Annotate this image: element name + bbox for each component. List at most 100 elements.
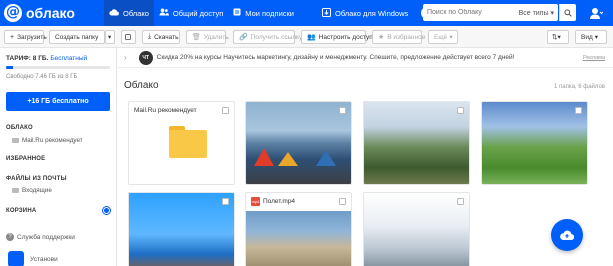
photo-tile[interactable] bbox=[481, 101, 588, 185]
photo-tile[interactable] bbox=[363, 101, 470, 185]
tent-shape bbox=[278, 152, 298, 166]
tile-checkbox[interactable] bbox=[339, 107, 346, 114]
download-label: Скачать bbox=[154, 33, 179, 41]
tile-name: Mail.Ru рекомендует bbox=[134, 107, 197, 114]
users-icon: 👥 bbox=[307, 34, 316, 41]
get-free-space-button[interactable]: +16 ГБ бесплатно bbox=[6, 92, 110, 111]
more-button[interactable]: Ещё ▾ bbox=[428, 30, 458, 44]
upload-button[interactable]: + Загрузить bbox=[4, 30, 47, 44]
tile-checkbox[interactable] bbox=[457, 107, 464, 114]
favorite-label: В избранное bbox=[387, 33, 426, 41]
logo[interactable]: @ облако bbox=[4, 4, 104, 22]
trash-indicator-dot bbox=[104, 208, 109, 213]
folder-icon bbox=[12, 138, 19, 143]
support-link[interactable]: ? Служба поддержки bbox=[6, 233, 75, 241]
users-icon bbox=[159, 8, 169, 18]
video-tile[interactable]: mp4 Полет.mp4 bbox=[245, 192, 352, 266]
view-button[interactable]: Вид ▾ bbox=[575, 30, 607, 44]
sidebar-item-label: Входящие bbox=[22, 187, 52, 194]
user-icon bbox=[590, 8, 603, 19]
download-button[interactable]: ⤓ Скачать bbox=[142, 30, 180, 44]
promo-banner[interactable]: › ЧТ Скидка 20% на курсы Научитесь марке… bbox=[118, 48, 613, 68]
quota-text: Свободно 7.46 ГБ из 8 ГБ bbox=[6, 74, 78, 80]
photo-tile[interactable] bbox=[128, 192, 235, 266]
nav-item-label: Облако для Windows bbox=[334, 8, 409, 18]
cloud-upload-icon bbox=[560, 230, 574, 241]
install-app-promo[interactable]: Установи bbox=[8, 251, 58, 266]
nav-item-shared[interactable]: Общий доступ bbox=[154, 0, 228, 26]
share-settings-button[interactable]: 👥 Настроить доступ bbox=[301, 30, 373, 44]
upload-label: Загрузить bbox=[17, 33, 47, 41]
section-mail-files[interactable]: ФАЙЛЫ ИЗ ПОЧТЫ bbox=[6, 176, 67, 182]
more-label: Ещё bbox=[434, 33, 448, 41]
photo-tile[interactable] bbox=[363, 192, 470, 266]
upload-fab-button[interactable] bbox=[551, 219, 583, 251]
view-label: Вид bbox=[581, 33, 593, 41]
search-filter-select[interactable]: Все типы ▾ bbox=[519, 9, 554, 17]
install-label: Установи bbox=[30, 255, 58, 263]
trash-indicator bbox=[102, 206, 111, 215]
plan-free-link[interactable]: Бесплатный bbox=[50, 55, 87, 62]
support-label: Служба поддержки bbox=[17, 233, 75, 241]
section-cloud[interactable]: ОБЛАКО bbox=[6, 125, 33, 131]
file-count: 1 папка, 6 файлов bbox=[554, 84, 605, 90]
star-icon: ★ bbox=[378, 34, 385, 41]
search-button[interactable] bbox=[559, 4, 576, 21]
promo-text: Скидка 20% на курсы Научитесь маркетингу… bbox=[156, 54, 515, 61]
delete-label: Удалить bbox=[203, 33, 229, 41]
get-link-button[interactable]: 🔗 Получить ссылку bbox=[233, 30, 302, 44]
chevron-down-icon: ▾ bbox=[108, 34, 112, 41]
download-icon: ⤓ bbox=[148, 33, 152, 40]
nav-item-label: Общий доступ bbox=[172, 8, 224, 18]
tile-checkbox[interactable] bbox=[222, 107, 229, 114]
app-icon bbox=[8, 251, 24, 266]
sidebar-item-mailru-recommends[interactable]: Mail.Ru рекомендует bbox=[12, 137, 83, 144]
tile-checkbox[interactable] bbox=[339, 198, 346, 205]
main-content: › ЧТ Скидка 20% на курсы Научитесь марке… bbox=[118, 48, 613, 266]
get-link-label: Получить ссылку bbox=[250, 33, 303, 41]
photo-tile[interactable] bbox=[245, 101, 352, 185]
cloud-icon bbox=[109, 8, 119, 18]
search-box: Все типы ▾ bbox=[423, 4, 558, 21]
plus-icon: + bbox=[10, 33, 15, 41]
quota-progress-fill bbox=[6, 66, 14, 69]
sidebar-item-label: Mail.Ru рекомендует bbox=[22, 137, 83, 144]
ad-label[interactable]: Реклама bbox=[583, 55, 605, 61]
chevron-right-icon: › bbox=[124, 53, 127, 62]
create-folder-button[interactable]: Создать папку bbox=[49, 30, 105, 44]
tile-checkbox[interactable] bbox=[457, 198, 464, 205]
tile-checkbox[interactable] bbox=[575, 107, 582, 114]
logo-text: облако bbox=[26, 5, 75, 21]
tent-shape bbox=[316, 150, 336, 166]
delete-button[interactable]: 🗑 Удалить bbox=[186, 30, 229, 44]
tile-name: Полет.mp4 bbox=[263, 198, 296, 205]
create-dropdown-button[interactable]: ▾ bbox=[105, 30, 115, 44]
sidebar: ТАРИФ: 8 ГБ. Бесплатный Свободно 7.46 ГБ … bbox=[0, 48, 117, 266]
folder-icon bbox=[169, 126, 207, 158]
section-favorites[interactable]: ИЗБРАННОЕ bbox=[6, 156, 45, 162]
mail-at-icon: @ bbox=[4, 4, 22, 22]
sidebar-item-inbox[interactable]: Входящие bbox=[12, 187, 52, 194]
select-all-checkbox[interactable] bbox=[121, 30, 136, 44]
trash-icon: 🗑 bbox=[192, 34, 201, 41]
video-file-icon: mp4 bbox=[251, 197, 260, 206]
checkbox-icon bbox=[125, 34, 131, 40]
search-input[interactable] bbox=[427, 9, 497, 16]
nav-item-subscriptions[interactable]: Мои подписки bbox=[228, 0, 299, 26]
video-thumbnail bbox=[246, 211, 351, 266]
nav-item-label: Мои подписки bbox=[245, 8, 294, 18]
nav-item-cloud[interactable]: Облако bbox=[104, 0, 154, 26]
sort-button[interactable]: ⇅▾ bbox=[547, 30, 569, 44]
tile-checkbox[interactable] bbox=[222, 198, 229, 205]
section-trash[interactable]: КОРЗИНА bbox=[6, 208, 36, 214]
quota-progress-bar bbox=[6, 66, 110, 69]
link-icon: 🔗 bbox=[239, 34, 248, 41]
search-filter-label: Все типы bbox=[518, 9, 549, 17]
add-to-favorites-button[interactable]: ★ В избранное bbox=[372, 30, 426, 44]
page-title: Облако bbox=[124, 80, 159, 91]
promo-logo: ЧТ bbox=[138, 50, 153, 65]
user-menu-button[interactable] bbox=[584, 5, 608, 21]
chevron-down-icon: ▾ bbox=[594, 34, 599, 41]
folder-tile[interactable]: Mail.Ru рекомендует bbox=[128, 101, 235, 185]
nav-item-windows[interactable]: Облако для Windows bbox=[317, 0, 413, 26]
